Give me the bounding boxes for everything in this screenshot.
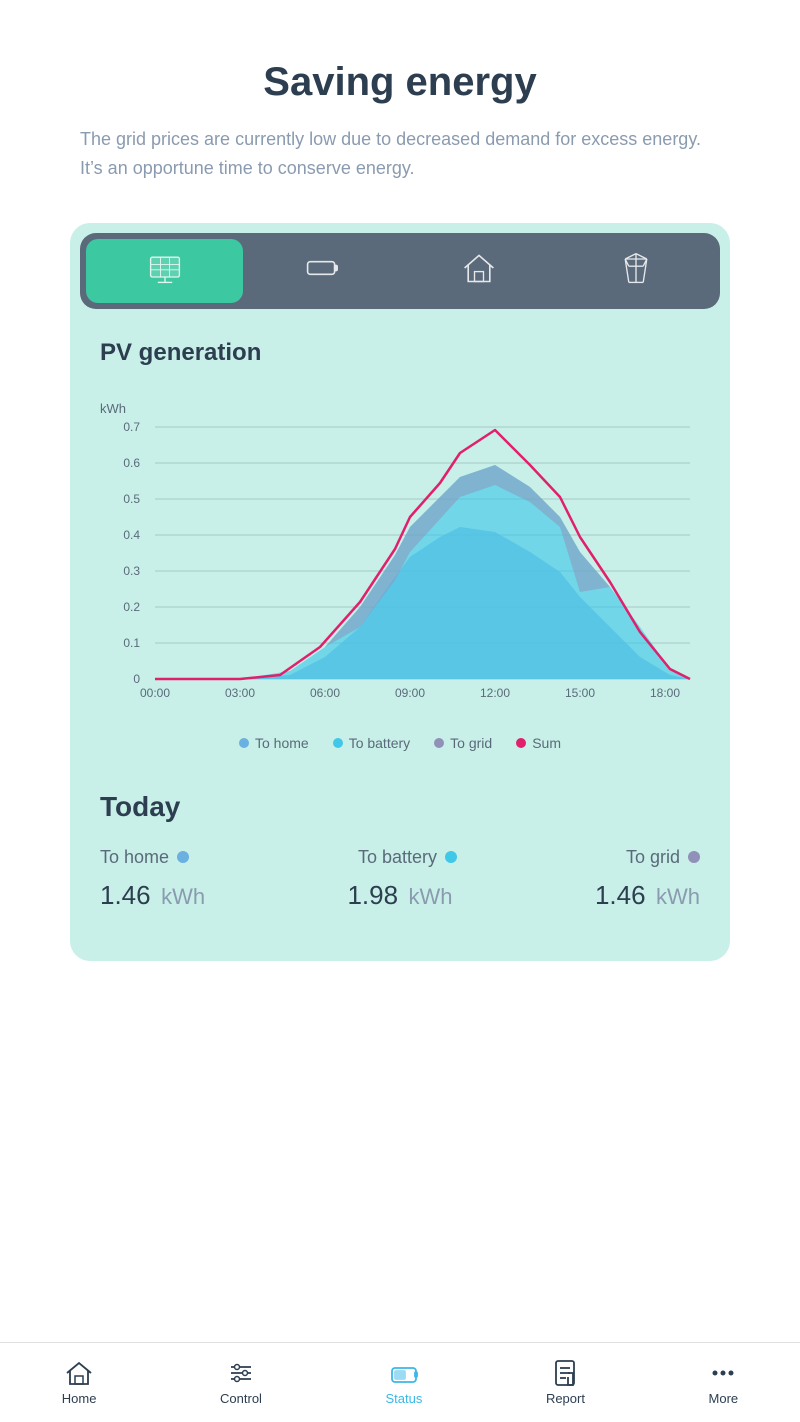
stats-values-row: 1.46 kWh 1.98 kWh 1.46 kWh <box>100 880 700 911</box>
legend-label-sum: Sum <box>532 735 561 751</box>
grid-tower-icon <box>618 250 654 291</box>
svg-text:12:00: 12:00 <box>480 686 510 700</box>
nav-label-control: Control <box>220 1391 262 1406</box>
nav-label-report: Report <box>546 1391 585 1406</box>
main-card: PV generation kWh 0.7 0.6 0.5 <box>70 223 730 961</box>
nav-item-report[interactable]: Report <box>530 1351 601 1414</box>
svg-text:15:00: 15:00 <box>565 686 595 700</box>
legend-dot-grid <box>434 738 444 748</box>
solar-panel-icon <box>147 250 183 291</box>
legend-label-home: To home <box>255 735 309 751</box>
svg-text:0.4: 0.4 <box>123 528 140 542</box>
page-title: Saving energy <box>80 60 720 105</box>
nav-home-icon <box>65 1359 93 1387</box>
stat-dot-home <box>177 851 189 863</box>
chart-wrapper: kWh 0.7 0.6 0.5 0.4 <box>100 387 700 727</box>
tab-bar <box>80 233 720 309</box>
nav-control-icon <box>227 1359 255 1387</box>
svg-text:0.2: 0.2 <box>123 600 140 614</box>
svg-text:03:00: 03:00 <box>225 686 255 700</box>
svg-text:0.7: 0.7 <box>123 420 140 434</box>
today-title: Today <box>100 791 700 823</box>
chart-section: PV generation kWh 0.7 0.6 0.5 <box>70 319 730 771</box>
page-container: Saving energy The grid prices are curren… <box>0 0 800 1422</box>
nav-item-status[interactable]: Status <box>370 1351 439 1414</box>
tab-solar[interactable] <box>86 239 243 303</box>
legend-dot-sum <box>516 738 526 748</box>
tab-battery[interactable] <box>243 239 400 303</box>
stat-label-home: To home <box>100 847 189 868</box>
nav-item-control[interactable]: Control <box>204 1351 278 1414</box>
svg-text:0: 0 <box>133 672 140 686</box>
svg-text:09:00: 09:00 <box>395 686 425 700</box>
nav-report-icon <box>551 1359 579 1387</box>
svg-text:0.1: 0.1 <box>123 636 140 650</box>
svg-text:0.5: 0.5 <box>123 492 140 506</box>
nav-status-icon <box>390 1359 418 1387</box>
chart-title: PV generation <box>100 339 700 367</box>
bottom-nav: Home Control Status <box>0 1342 800 1422</box>
legend-sum: Sum <box>516 735 561 751</box>
home-icon <box>461 250 497 291</box>
page-subtitle: The grid prices are currently low due to… <box>80 125 720 183</box>
nav-item-home[interactable]: Home <box>46 1351 113 1414</box>
legend-label-battery: To battery <box>349 735 410 751</box>
legend-to-home: To home <box>239 735 309 751</box>
stats-labels-row: To home To battery To grid <box>100 847 700 868</box>
stat-label-battery: To battery <box>358 847 457 868</box>
tab-grid[interactable] <box>557 239 714 303</box>
svg-text:18:00: 18:00 <box>650 686 680 700</box>
legend-dot-battery <box>333 738 343 748</box>
stat-label-grid: To grid <box>626 847 700 868</box>
tab-home[interactable] <box>400 239 557 303</box>
stat-value-grid: 1.46 kWh <box>595 880 700 911</box>
legend: To home To battery To grid Sum <box>100 735 700 751</box>
nav-item-more[interactable]: More <box>693 1351 755 1414</box>
svg-text:0.6: 0.6 <box>123 456 140 470</box>
legend-to-grid: To grid <box>434 735 492 751</box>
nav-more-icon <box>709 1359 737 1387</box>
stat-value-battery: 1.98 kWh <box>347 880 452 911</box>
stat-value-home: 1.46 kWh <box>100 880 205 911</box>
stat-dot-battery <box>445 851 457 863</box>
svg-text:00:00: 00:00 <box>140 686 170 700</box>
chart-svg: kWh 0.7 0.6 0.5 0.4 <box>100 387 700 727</box>
legend-to-battery: To battery <box>333 735 410 751</box>
svg-text:kWh: kWh <box>100 401 126 416</box>
legend-label-grid: To grid <box>450 735 492 751</box>
svg-text:06:00: 06:00 <box>310 686 340 700</box>
svg-text:0.3: 0.3 <box>123 564 140 578</box>
stat-dot-grid <box>688 851 700 863</box>
battery-icon <box>304 250 340 291</box>
legend-dot-home <box>239 738 249 748</box>
header-section: Saving energy The grid prices are curren… <box>0 0 800 203</box>
today-section: Today To home To battery To grid <box>70 771 730 961</box>
nav-label-more: More <box>709 1391 739 1406</box>
nav-label-home: Home <box>62 1391 97 1406</box>
nav-label-status: Status <box>386 1391 423 1406</box>
